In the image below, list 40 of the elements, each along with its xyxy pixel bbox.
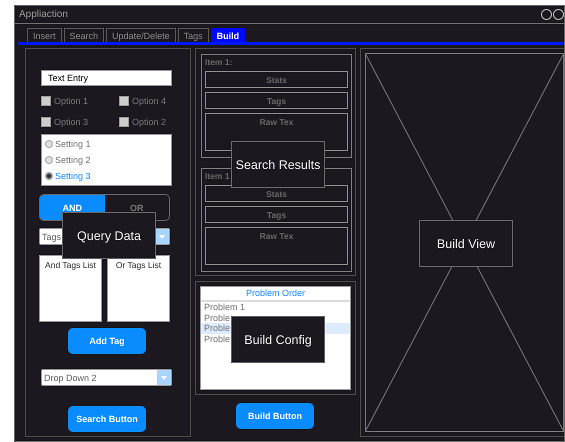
annotation-tooltip: Search Results bbox=[231, 141, 325, 188]
problem-item[interactable]: Proble bbox=[204, 334, 230, 344]
problem-item[interactable]: Problem 1 bbox=[204, 302, 246, 312]
setting-label: Setting 3 bbox=[55, 170, 91, 180]
item-title: Item 1 bbox=[205, 171, 231, 181]
option-label: Option 4 bbox=[132, 96, 166, 106]
problem-item[interactable]: Proble bbox=[204, 323, 230, 334]
checkbox[interactable] bbox=[41, 117, 51, 127]
setting-label: Setting 1 bbox=[55, 138, 91, 148]
result-field: Tags bbox=[205, 206, 348, 223]
tab[interactable]: Build bbox=[210, 28, 246, 42]
radio-button[interactable] bbox=[45, 140, 53, 148]
text-entry-field[interactable]: Text Entry bbox=[41, 70, 172, 86]
tags-list: And Tags List bbox=[39, 255, 102, 322]
option-label: Option 1 bbox=[54, 96, 88, 106]
setting-label: Setting 2 bbox=[55, 154, 91, 164]
add-tag-button[interactable]: Add Tag bbox=[68, 328, 146, 354]
search-button[interactable]: Search Button bbox=[68, 406, 146, 432]
build-button[interactable]: Build Button bbox=[236, 403, 314, 429]
annotation-tooltip: Build View bbox=[419, 220, 513, 267]
radio-button[interactable] bbox=[45, 172, 53, 180]
window-control-icon[interactable] bbox=[541, 9, 552, 20]
window-title: Appliaction bbox=[19, 9, 68, 20]
checkbox[interactable] bbox=[119, 117, 129, 127]
result-field: Raw Tex bbox=[205, 227, 348, 265]
option-label: Option 3 bbox=[54, 117, 88, 127]
checkbox[interactable] bbox=[119, 96, 129, 106]
annotation-tooltip: Build Config bbox=[231, 316, 325, 363]
problem-item[interactable]: Proble bbox=[204, 312, 230, 323]
result-field: Tags bbox=[205, 92, 348, 109]
tags-list: Or Tags List bbox=[107, 255, 170, 322]
annotation-tooltip: Query Data bbox=[62, 212, 156, 259]
result-field: Stats bbox=[205, 71, 348, 88]
window-control-icon[interactable] bbox=[553, 9, 564, 20]
checkbox[interactable] bbox=[41, 96, 51, 106]
list-header: Problem Order bbox=[201, 287, 350, 302]
dropdown[interactable]: Drop Down 2 bbox=[41, 369, 172, 386]
item-title: Item 1: bbox=[205, 57, 234, 67]
radio-button[interactable] bbox=[45, 156, 53, 164]
option-label: Option 2 bbox=[132, 117, 166, 127]
